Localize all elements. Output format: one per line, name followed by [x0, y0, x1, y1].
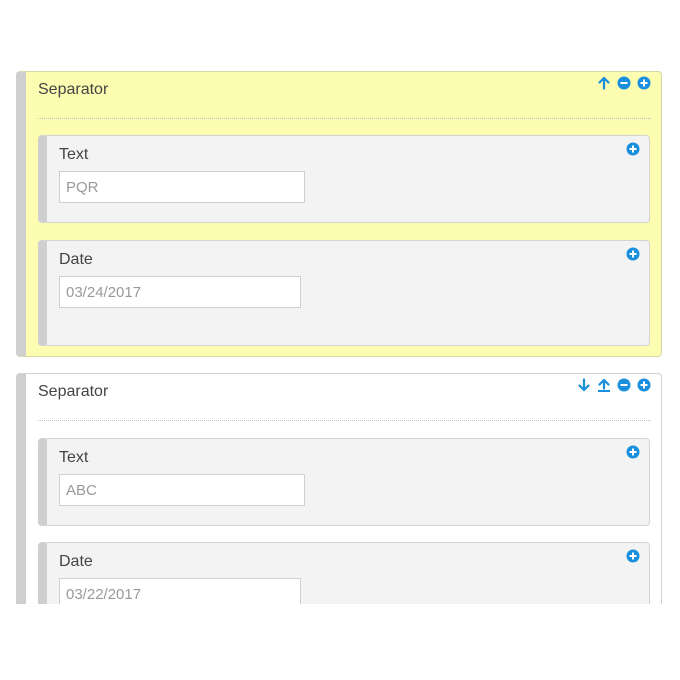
separator-section[interactable]: Separator Text Date: [16, 71, 662, 357]
field-label: Text: [59, 146, 89, 163]
remove-icon[interactable]: [617, 378, 631, 392]
date-input[interactable]: [59, 276, 301, 308]
section-title: Separator: [38, 383, 109, 400]
add-icon[interactable]: [637, 76, 651, 90]
section-actions: [597, 76, 651, 90]
add-icon[interactable]: [626, 549, 640, 563]
text-field-card[interactable]: Text: [38, 135, 650, 223]
field-label: Date: [59, 251, 93, 268]
date-input[interactable]: [59, 578, 301, 604]
section-divider: [38, 420, 651, 421]
arrow-up-icon[interactable]: [597, 76, 611, 90]
move-top-icon[interactable]: [597, 378, 611, 392]
section-divider: [38, 118, 651, 119]
field-label: Date: [59, 553, 93, 570]
text-input[interactable]: [59, 474, 305, 506]
text-field-card[interactable]: Text: [38, 438, 650, 526]
form-builder-viewport: Separator Text Date: [0, 0, 680, 604]
arrow-down-icon[interactable]: [577, 378, 591, 392]
add-icon[interactable]: [626, 247, 640, 261]
section-actions: [577, 378, 651, 392]
remove-icon[interactable]: [617, 76, 631, 90]
text-input[interactable]: [59, 171, 305, 203]
separator-section[interactable]: Separator Text Date: [16, 373, 662, 604]
field-label: Text: [59, 449, 89, 466]
add-icon[interactable]: [626, 142, 640, 156]
add-icon[interactable]: [637, 378, 651, 392]
section-title: Separator: [38, 81, 109, 98]
date-field-card[interactable]: Date: [38, 240, 650, 346]
add-icon[interactable]: [626, 445, 640, 459]
date-field-card[interactable]: Date: [38, 542, 650, 604]
